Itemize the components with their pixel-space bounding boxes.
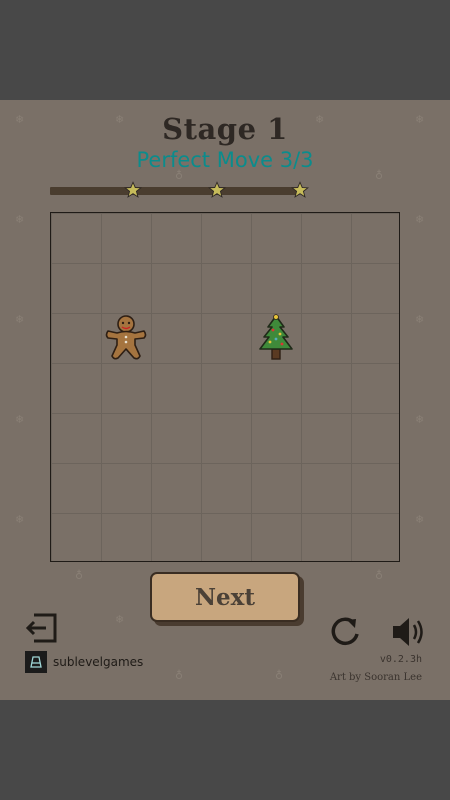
background-pattern-icon: ❄ xyxy=(415,513,425,526)
star-icon xyxy=(290,181,310,199)
background-pattern-icon: ❄ xyxy=(15,213,25,226)
speaker-icon[interactable] xyxy=(390,614,426,650)
exit-icon[interactable] xyxy=(24,612,58,644)
publisher-logo-icon xyxy=(25,651,47,673)
background-pattern-icon: ❄ xyxy=(15,513,25,526)
gingerbread-man-icon[interactable] xyxy=(104,314,148,362)
star-icon xyxy=(124,181,143,199)
stage-title: Stage 1 xyxy=(162,112,288,146)
background-pattern-icon: ♁ xyxy=(275,669,284,682)
publisher-name: sublevelgames xyxy=(53,655,144,669)
art-credit: Art by Sooran Lee xyxy=(329,672,422,683)
progress-bar xyxy=(50,187,300,195)
star-icon xyxy=(207,181,226,199)
background-pattern-icon: ❄ xyxy=(415,413,425,426)
christmas-tree-icon[interactable] xyxy=(254,314,298,362)
game-board[interactable] xyxy=(50,212,400,562)
background-pattern-icon: ❄ xyxy=(115,613,125,626)
background-pattern-icon: ♁ xyxy=(175,669,184,682)
background-pattern-icon: ♁ xyxy=(75,569,84,582)
next-button[interactable]: Next xyxy=(150,572,300,622)
bottom-letterbox xyxy=(0,700,450,800)
background-pattern-icon: ❄ xyxy=(415,213,425,226)
publisher-brand: sublevelgames xyxy=(25,650,143,674)
version-label: v0.2.3h xyxy=(379,654,422,665)
background-pattern-icon: ♁ xyxy=(375,569,384,582)
background-pattern-icon: ❄ xyxy=(15,413,25,426)
top-letterbox xyxy=(0,0,450,100)
restart-icon[interactable] xyxy=(327,614,363,650)
perfect-move-counter: Perfect Move 3/3 xyxy=(136,148,314,172)
background-pattern-icon: ❄ xyxy=(415,313,425,326)
background-pattern-icon: ❄ xyxy=(15,313,25,326)
